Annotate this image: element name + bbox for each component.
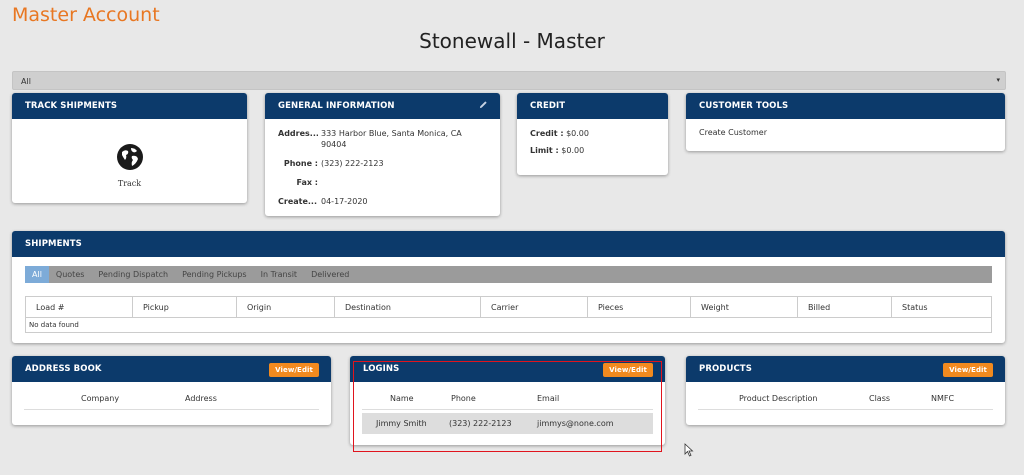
col-status[interactable]: Status xyxy=(892,297,991,317)
address-row: Addres... 333 Harbor Blue, Santa Monica,… xyxy=(278,128,487,150)
tab-pending-dispatch[interactable]: Pending Dispatch xyxy=(91,266,175,283)
selection-highlight xyxy=(353,361,662,452)
limit-label: Limit : xyxy=(530,146,559,155)
fax-row: Fax : xyxy=(278,177,487,188)
credit-header: CREDIT xyxy=(517,93,668,119)
address-book-card: ADDRESS BOOK View/Edit Company Address xyxy=(12,356,331,425)
products-card: PRODUCTS View/Edit Product Description C… xyxy=(686,356,1005,425)
address-value: 333 Harbor Blue, Santa Monica, CA 90404 xyxy=(321,129,462,149)
track-shipments-header: TRACK SHIPMENTS xyxy=(12,93,247,119)
col-weight[interactable]: Weight xyxy=(691,297,798,317)
general-information-title: GENERAL INFORMATION xyxy=(278,101,395,111)
products-view-edit-button[interactable]: View/Edit xyxy=(943,363,993,377)
col-carrier[interactable]: Carrier xyxy=(481,297,588,317)
created-value: 04-17-2020 xyxy=(321,197,368,206)
col-load[interactable]: Load # xyxy=(26,297,133,317)
address-book-table-header: Company Address xyxy=(24,382,319,410)
col-address: Address xyxy=(185,394,217,403)
tab-quotes[interactable]: Quotes xyxy=(49,266,92,283)
limit-value: $0.00 xyxy=(561,146,585,155)
col-pickup[interactable]: Pickup xyxy=(133,297,237,317)
tab-all[interactable]: All xyxy=(25,266,49,283)
created-row: Create... 04-17-2020 xyxy=(278,196,487,207)
address-book-title: ADDRESS BOOK xyxy=(25,364,102,374)
mouse-cursor-icon xyxy=(684,443,694,457)
col-company: Company xyxy=(81,394,120,403)
phone-value: (323) 222-2123 xyxy=(321,159,384,168)
address-book-header: ADDRESS BOOK View/Edit xyxy=(12,356,331,382)
track-label: Track xyxy=(117,179,142,188)
col-product-description: Product Description xyxy=(739,394,818,403)
tab-pending-pickups[interactable]: Pending Pickups xyxy=(175,266,254,283)
credit-label: Credit : xyxy=(530,129,564,138)
col-class: Class xyxy=(869,394,891,403)
products-header: PRODUCTS View/Edit xyxy=(686,356,1005,382)
create-customer-link[interactable]: Create Customer xyxy=(699,128,767,137)
phone-label: Phone : xyxy=(283,159,318,168)
phone-row: Phone : (323) 222-2123 xyxy=(278,158,487,169)
shipment-tabs: All Quotes Pending Dispatch Pending Pick… xyxy=(25,266,992,283)
filter-select[interactable]: All ▾ xyxy=(12,71,1006,90)
limit-row: Limit : $0.00 xyxy=(530,146,655,155)
globe-icon xyxy=(116,144,143,170)
products-table-header: Product Description Class NMFC xyxy=(698,382,993,410)
col-billed[interactable]: Billed xyxy=(798,297,892,317)
shipments-header: SHIPMENTS xyxy=(12,231,1005,257)
col-origin[interactable]: Origin xyxy=(237,297,335,317)
col-destination[interactable]: Destination xyxy=(335,297,481,317)
col-pieces[interactable]: Pieces xyxy=(588,297,691,317)
fax-label: Fax : xyxy=(296,178,318,187)
no-data-message: No data found xyxy=(29,321,79,329)
page-title: Master Account xyxy=(12,4,160,26)
customer-tools-card: CUSTOMER TOOLS Create Customer xyxy=(686,93,1005,151)
track-shipments-card: TRACK SHIPMENTS Track xyxy=(12,93,247,203)
tab-delivered[interactable]: Delivered xyxy=(304,266,356,283)
credit-card: CREDIT Credit : $0.00 Limit : $0.00 xyxy=(517,93,668,175)
chevron-down-icon: ▾ xyxy=(996,76,1000,84)
shipments-table: Load # Pickup Origin Destination Carrier… xyxy=(25,296,992,333)
address-label: Addres... xyxy=(278,129,318,138)
track-button[interactable]: Track xyxy=(12,119,247,188)
pencil-icon[interactable] xyxy=(479,100,488,109)
account-name: Stonewall - Master xyxy=(419,29,605,53)
credit-value: $0.00 xyxy=(566,129,589,138)
col-nmfc: NMFC xyxy=(931,394,955,403)
credit-row: Credit : $0.00 xyxy=(530,129,655,138)
filter-value: All xyxy=(21,77,31,86)
tab-in-transit[interactable]: In Transit xyxy=(254,266,304,283)
general-information-header: GENERAL INFORMATION xyxy=(265,93,500,119)
shipments-table-header: Load # Pickup Origin Destination Carrier… xyxy=(26,297,991,318)
address-book-view-edit-button[interactable]: View/Edit xyxy=(269,363,319,377)
created-label: Create... xyxy=(278,197,318,206)
general-information-card: GENERAL INFORMATION Addres... 333 Harbor… xyxy=(265,93,500,216)
customer-tools-header: CUSTOMER TOOLS xyxy=(686,93,1005,119)
products-title: PRODUCTS xyxy=(699,364,752,374)
